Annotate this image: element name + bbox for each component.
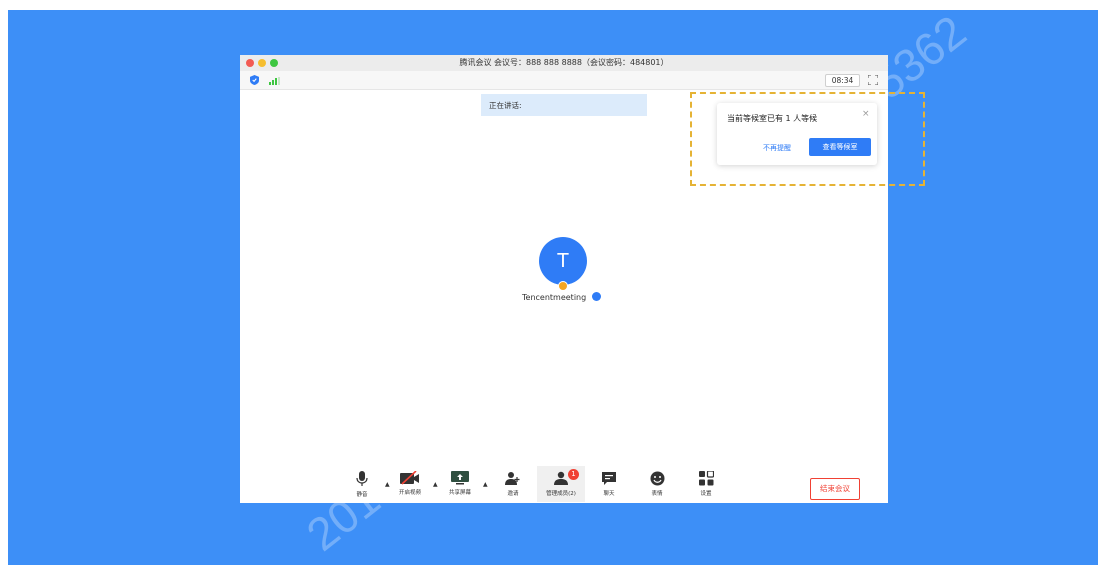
video-off-icon (400, 471, 419, 485)
apps-grid-icon (698, 471, 714, 486)
reaction-label: 表情 (651, 491, 663, 497)
mute-label: 静音 (356, 492, 368, 498)
invite-label: 邀请 (507, 491, 519, 497)
manage-members-label: 管理成员(2) (546, 491, 576, 497)
participant-name: Tencentmeeting (522, 293, 587, 302)
waiting-room-popup: 当前等候室已有 1 人等候 × 不再提醒 查看等候室 (717, 103, 877, 165)
invite-button[interactable]: 邀请 (493, 471, 533, 497)
smile-icon (650, 471, 664, 486)
shield-icon[interactable] (250, 75, 259, 85)
signal-icon[interactable] (269, 77, 281, 85)
meeting-timer: 08:34 (825, 74, 860, 87)
share-options-caret[interactable]: ▲ (483, 481, 488, 488)
video-options-caret[interactable]: ▲ (433, 481, 438, 488)
dont-remind-button[interactable]: 不再提醒 (763, 143, 791, 153)
reaction-button[interactable]: 表情 (637, 471, 677, 497)
share-screen-label: 共享屏幕 (448, 490, 471, 496)
close-icon[interactable]: × (862, 109, 870, 119)
end-meeting-button[interactable]: 结束会议 (810, 478, 860, 500)
chat-button[interactable]: 聊天 (589, 471, 629, 497)
manage-members-badge: 1 (568, 469, 579, 480)
participant-avatar[interactable]: T (539, 237, 587, 285)
meeting-info-bar: 08:34 (240, 71, 888, 90)
meeting-toolbar: 静音 ▲ 开启视频 ▲ 共享屏幕 ▲ 邀请 管理成员(2) 1 聊天 表情 设置… (240, 465, 888, 503)
video-label: 开启视频 (398, 490, 421, 496)
chat-label: 聊天 (603, 491, 615, 497)
share-screen-icon (451, 471, 469, 485)
host-badge-icon (558, 281, 568, 291)
mute-button[interactable]: 静音 (342, 471, 382, 498)
window-title: 腾讯会议 会议号：888 888 8888（会议密码：484801） (459, 58, 669, 67)
mic-status-icon (592, 292, 601, 301)
video-button[interactable]: 开启视频 (390, 471, 430, 496)
share-screen-button[interactable]: 共享屏幕 (440, 471, 480, 496)
chat-icon (602, 472, 616, 485)
view-waiting-room-button[interactable]: 查看等候室 (809, 138, 871, 156)
settings-button[interactable]: 设置 (686, 471, 726, 497)
members-icon (554, 471, 568, 485)
title-bar: 腾讯会议 会议号：888 888 8888（会议密码：484801） (240, 55, 888, 71)
settings-label: 设置 (700, 491, 712, 497)
invite-icon (505, 472, 520, 485)
speaking-indicator: 正在讲话: (481, 94, 647, 116)
waiting-room-message: 当前等候室已有 1 人等候 (727, 114, 818, 123)
mute-options-caret[interactable]: ▲ (385, 481, 390, 488)
microphone-icon (356, 471, 368, 486)
speaking-label: 正在讲话: (489, 101, 522, 110)
fullscreen-icon[interactable] (868, 75, 878, 85)
